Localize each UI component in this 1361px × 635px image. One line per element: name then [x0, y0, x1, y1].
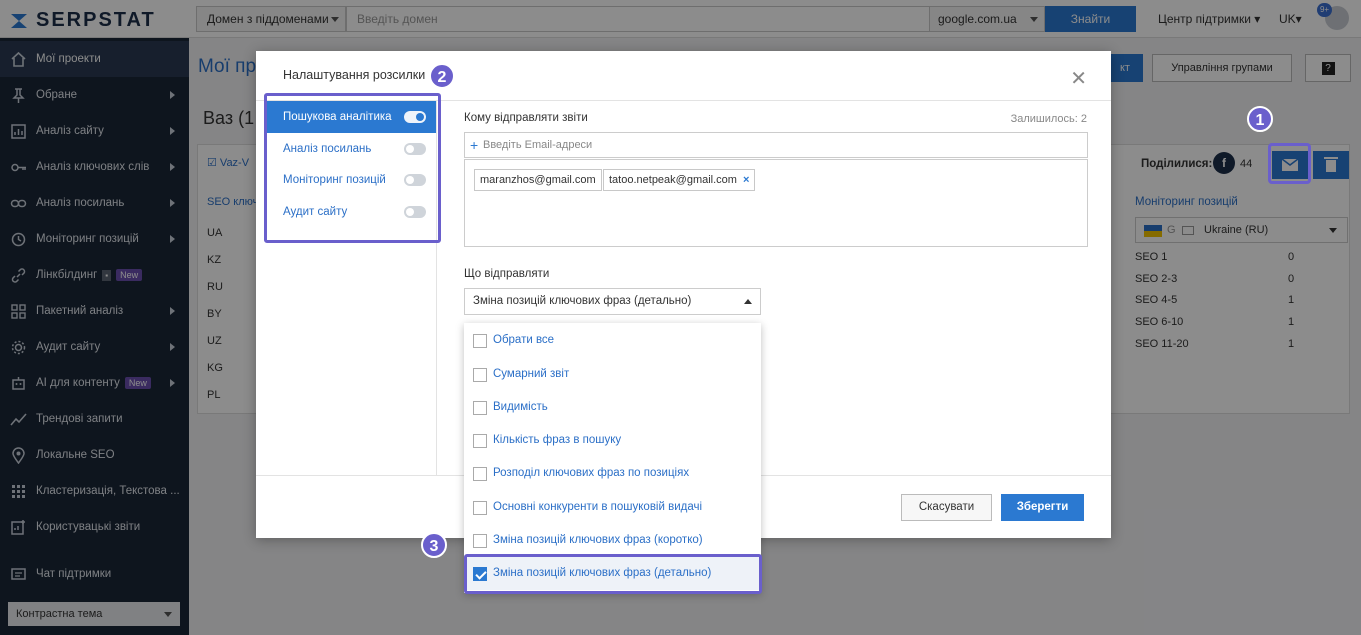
checkbox[interactable]: [473, 501, 487, 515]
callout-badge: 1: [1247, 106, 1273, 132]
cancel-button[interactable]: Скасувати: [901, 494, 992, 521]
checkbox[interactable]: [473, 368, 487, 382]
email-input[interactable]: + Введіть Email-адреси: [464, 132, 1088, 158]
email-chip[interactable]: tatoo.netpeak@gmail.com ×: [603, 169, 756, 191]
checkbox[interactable]: [473, 334, 487, 348]
option-changes-short[interactable]: Зміна позицій ключових фраз (коротко): [464, 524, 761, 557]
option-label: Кількість фраз в пошуку: [493, 434, 622, 446]
report-type-dropdown: Обрати все Сумарний звіт Видимість Кільк…: [464, 323, 761, 593]
option-label: Зміна позицій ключових фраз (коротко): [493, 534, 703, 546]
option-label: Розподіл ключових фраз по позиціях: [493, 467, 690, 479]
what-to-send-label: Що відправляти: [464, 268, 550, 280]
save-button[interactable]: Зберегти: [1001, 494, 1084, 521]
highlight-frame: [464, 554, 762, 594]
remaining-count: Залишилось: 2: [1010, 113, 1087, 125]
option-visibility[interactable]: Видимість: [464, 391, 761, 424]
report-type-select[interactable]: Зміна позицій ключових фраз (детально): [464, 288, 761, 315]
option-label: Обрати все: [493, 334, 555, 346]
report-type-label: Зміна позицій ключових фраз (детально): [473, 295, 692, 307]
option-summary[interactable]: Сумарний звіт: [464, 358, 761, 391]
plus-icon: +: [470, 137, 479, 153]
recipients-label: Кому відправляти звіти: [464, 112, 588, 124]
email-chip-label: tatoo.netpeak@gmail.com: [609, 174, 737, 186]
option-label: Сумарний звіт: [493, 368, 570, 380]
callout-badge: 3: [421, 532, 447, 558]
highlight-frame: [1268, 143, 1311, 184]
email-chip-label: maranzhos@gmail.com: [480, 174, 596, 186]
checkbox[interactable]: [473, 467, 487, 481]
option-competitors[interactable]: Основні конкуренти в пошуковій видачі: [464, 491, 761, 524]
app-root: SERPSTAT Домен з піддоменами Введіть дом…: [0, 0, 1361, 635]
remove-icon[interactable]: ×: [743, 174, 749, 186]
option-label: Основні конкуренти в пошуковій видачі: [493, 501, 703, 513]
email-chip[interactable]: maranzhos@gmail.com: [474, 169, 602, 191]
caret-up-icon: [744, 299, 752, 304]
option-label: Видимість: [493, 401, 548, 413]
option-select-all[interactable]: Обрати все: [464, 324, 761, 357]
checkbox[interactable]: [473, 401, 487, 415]
modal-title: Налаштування розсилки: [283, 68, 426, 82]
option-position-distribution[interactable]: Розподіл ключових фраз по позиціях: [464, 457, 761, 490]
checkbox[interactable]: [473, 434, 487, 448]
checkbox[interactable]: [473, 534, 487, 548]
option-keyword-count[interactable]: Кількість фраз в пошуку: [464, 424, 761, 457]
email-placeholder: Введіть Email-адреси: [483, 139, 593, 151]
callout-badge: 2: [429, 63, 455, 89]
close-icon[interactable]: ✕: [1070, 66, 1087, 91]
highlight-frame: [264, 93, 441, 243]
